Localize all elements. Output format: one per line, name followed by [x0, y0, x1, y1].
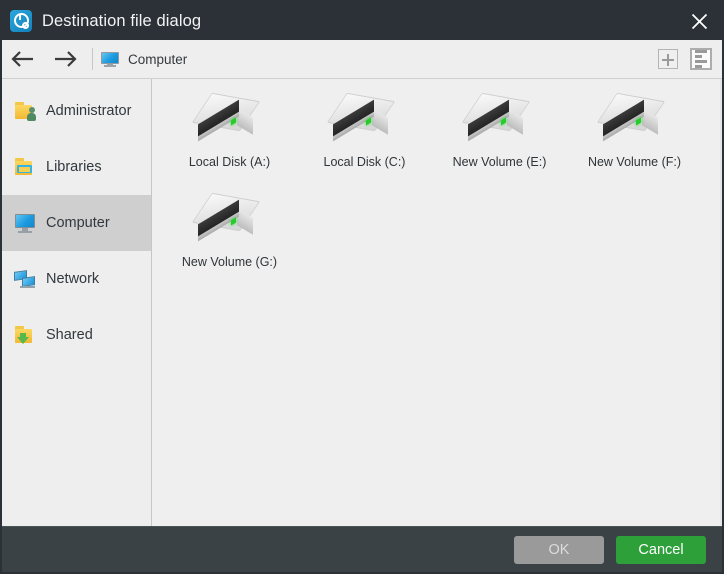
- clock-gear-icon: [10, 10, 32, 32]
- window-title: Destination file dialog: [42, 11, 202, 30]
- file-grid: Local Disk (A:) Local Disk (C:) New Volu…: [162, 89, 722, 289]
- file-grid-panel: Local Disk (A:) Local Disk (C:) New Volu…: [152, 79, 722, 526]
- shared-folder-icon: [14, 324, 36, 346]
- close-icon[interactable]: [676, 2, 722, 40]
- sidebar-item-computer[interactable]: Computer: [2, 195, 151, 251]
- sidebar-item-label: Administrator: [46, 103, 132, 119]
- file-item[interactable]: Local Disk (C:): [297, 89, 432, 189]
- sidebar-item-label: Libraries: [46, 159, 102, 175]
- file-item[interactable]: New Volume (F:): [567, 89, 702, 189]
- breadcrumb[interactable]: Computer: [101, 51, 188, 67]
- file-item-label: New Volume (G:): [181, 255, 278, 269]
- breadcrumb-label: Computer: [128, 51, 188, 67]
- file-dialog-window: Destination file dialog Computer Adminis…: [0, 0, 724, 574]
- hard-drive-icon: [326, 92, 404, 147]
- network-icon: [14, 268, 36, 290]
- toolbar-actions: [658, 40, 712, 78]
- title-bar: Destination file dialog: [2, 2, 722, 40]
- computer-monitor-icon: [14, 212, 36, 234]
- libraries-folder-icon: [14, 156, 36, 178]
- sidebar-item-label: Network: [46, 271, 100, 287]
- sidebar-item-label: Computer: [46, 215, 110, 231]
- file-item-label: Local Disk (C:): [323, 155, 406, 169]
- content-scrollbar[interactable]: [720, 79, 722, 526]
- file-item[interactable]: Local Disk (A:): [162, 89, 297, 189]
- file-item-label: Local Disk (A:): [188, 155, 271, 169]
- sidebar-item-shared[interactable]: Shared: [2, 307, 151, 363]
- computer-monitor-icon: [101, 51, 119, 67]
- footer-bar: OK Cancel: [2, 526, 722, 572]
- arrow-left-icon[interactable]: [2, 40, 44, 78]
- hard-drive-icon: [191, 192, 269, 247]
- sidebar: Administrator Libraries Computer Network…: [2, 79, 152, 526]
- list-view-icon[interactable]: [690, 48, 712, 70]
- hard-drive-icon: [191, 92, 269, 147]
- plus-square-icon[interactable]: [658, 49, 678, 69]
- hard-drive-icon: [461, 92, 539, 147]
- sidebar-item-label: Shared: [46, 327, 93, 343]
- hard-drive-icon: [596, 92, 674, 147]
- file-item-label: New Volume (F:): [587, 155, 682, 169]
- dialog-body: Administrator Libraries Computer Network…: [2, 79, 722, 526]
- toolbar: Computer: [2, 40, 722, 79]
- file-item[interactable]: New Volume (G:): [162, 189, 297, 289]
- sidebar-item-administrator[interactable]: Administrator: [2, 83, 151, 139]
- file-item-label: New Volume (E:): [452, 155, 547, 169]
- user-folder-icon: [14, 100, 36, 122]
- arrow-right-icon[interactable]: [44, 40, 86, 78]
- sidebar-item-libraries[interactable]: Libraries: [2, 139, 151, 195]
- toolbar-divider: [92, 48, 93, 70]
- cancel-button[interactable]: Cancel: [616, 535, 706, 564]
- sidebar-item-network[interactable]: Network: [2, 251, 151, 307]
- ok-button[interactable]: OK: [514, 535, 604, 564]
- file-item[interactable]: New Volume (E:): [432, 89, 567, 189]
